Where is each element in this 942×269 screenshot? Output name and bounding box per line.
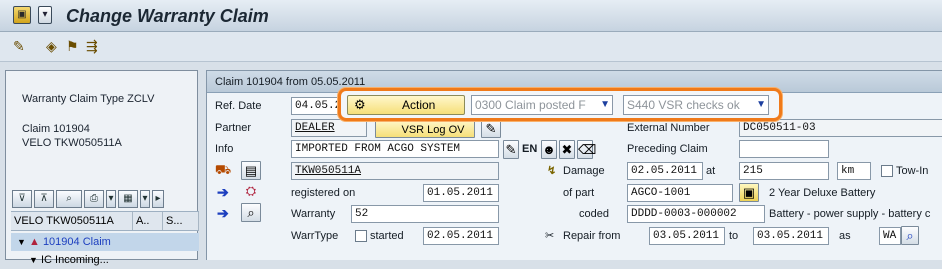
- action-button-label: Action: [402, 98, 436, 112]
- warranty-detail-icon[interactable]: ⌕: [241, 203, 261, 222]
- preceding-claim-field[interactable]: [739, 140, 829, 158]
- claim-object-label: VELO TKW050511A: [22, 137, 122, 149]
- tree-node-incoming[interactable]: ▼ IC Incoming...: [11, 251, 199, 269]
- started-label: started: [370, 230, 404, 242]
- started-field[interactable]: 02.05.2011: [423, 227, 499, 245]
- partner-label: Partner: [215, 122, 252, 134]
- tree-node-label: IC Incoming...: [40, 254, 109, 266]
- external-number-label: External Number: [627, 122, 710, 134]
- partner-field[interactable]: DEALER: [291, 119, 367, 137]
- sap-menu-icon[interactable]: ▣: [13, 6, 31, 24]
- object-id-field[interactable]: TKW050511A: [291, 162, 499, 180]
- info-label: Info: [215, 143, 234, 155]
- unit-field[interactable]: km: [837, 162, 871, 180]
- delete-icon[interactable]: ✖: [559, 140, 575, 159]
- warrtype-label: WarrType: [291, 230, 339, 242]
- part-description: 2 Year Deluxe Battery: [769, 187, 876, 199]
- repair-wrench-icon: ✂: [545, 230, 555, 242]
- mileage-field[interactable]: 215: [739, 162, 829, 180]
- edit-note-icon[interactable]: ✎: [481, 119, 501, 138]
- vehicle-icon[interactable]: ⛟: [213, 161, 233, 180]
- transfer-icon[interactable]: ⇶: [86, 39, 98, 53]
- registered-on-label: registered on: [291, 187, 356, 199]
- print-icon[interactable]: ⎙: [84, 190, 104, 208]
- registered-on-field[interactable]: 01.05.2011: [423, 184, 499, 202]
- preceding-claim-label: Preceding Claim: [627, 143, 708, 155]
- repair-to-field[interactable]: 03.05.2011: [753, 227, 829, 245]
- claim-node-icon: ▲: [28, 236, 40, 248]
- warranty-field[interactable]: 52: [351, 205, 499, 223]
- display-icon[interactable]: ◈: [46, 39, 57, 53]
- tow-in-label: Tow-In: [896, 165, 929, 177]
- flag-icon[interactable]: ⚑: [66, 39, 79, 53]
- application-toolbar: ✎ ◈ ⚑ ⇶: [0, 32, 942, 62]
- page-title: Change Warranty Claim: [66, 6, 269, 26]
- coded-field[interactable]: DDDD-0003-000002: [627, 205, 765, 223]
- action-button[interactable]: ⚙ Action: [347, 95, 465, 115]
- external-number-field[interactable]: DC050511-03: [739, 119, 942, 137]
- check-dropdown-value: S440 VSR checks ok: [627, 98, 740, 112]
- language-label: EN: [522, 143, 538, 155]
- ref-date-label: Ref. Date: [215, 100, 262, 112]
- object-navigator-panel: Warranty Claim Type ZCLV Claim 101904 VE…: [5, 70, 199, 266]
- to-label: to: [729, 230, 739, 242]
- as-field[interactable]: WA: [879, 227, 901, 245]
- part-detail-icon[interactable]: ▣: [739, 183, 759, 202]
- tree-expand-icon[interactable]: ▼: [11, 237, 26, 247]
- edit-pen-icon[interactable]: ✎: [13, 39, 25, 53]
- tree-expand-icon[interactable]: ▼: [11, 255, 38, 265]
- chevron-down-icon[interactable]: ▼: [756, 96, 766, 114]
- status-dropdown[interactable]: 0300 Claim posted F ▼: [471, 95, 613, 115]
- layout-menu-icon[interactable]: ▾: [140, 190, 150, 208]
- arrow-right-icon[interactable]: ➔: [217, 184, 229, 200]
- coded-label: coded: [579, 208, 609, 220]
- repair-from-label: Repair from: [563, 230, 621, 242]
- column-object[interactable]: VELO TKW050511A: [11, 212, 133, 230]
- part-field[interactable]: AGCO-1001: [627, 184, 733, 202]
- vsr-log-button[interactable]: VSR Log OV: [375, 119, 475, 138]
- registration-icon[interactable]: ⛭: [241, 182, 261, 201]
- collapse-icon[interactable]: ⊼: [34, 190, 54, 208]
- eraser-icon[interactable]: ⌫: [577, 140, 596, 159]
- column-s[interactable]: S...: [163, 212, 199, 230]
- partner-icon[interactable]: ☻: [541, 140, 557, 159]
- as-label: as: [839, 230, 851, 242]
- tree-node-label: 101904 Claim: [42, 236, 111, 248]
- arrow-right-icon[interactable]: ➔: [217, 205, 229, 221]
- claim-type-label: Warranty Claim Type ZCLV: [22, 93, 155, 105]
- claim-number-label: Claim 101904: [22, 123, 90, 135]
- title-bar: ▣ ▾ Change Warranty Claim: [0, 0, 942, 32]
- expand-icon[interactable]: ⊽: [12, 190, 32, 208]
- menu-dropdown-icon[interactable]: ▾: [38, 6, 52, 24]
- tree-node-claim[interactable]: ▼ ▲ 101904 Claim: [11, 233, 199, 251]
- damage-label: Damage: [563, 165, 605, 177]
- status-dropdown-value: 0300 Claim posted F: [475, 98, 586, 112]
- info-field[interactable]: IMPORTED FROM ACGO SYSTEM: [291, 140, 499, 158]
- check-dropdown[interactable]: S440 VSR checks ok ▼: [623, 95, 769, 115]
- chevron-down-icon[interactable]: ▼: [600, 96, 610, 114]
- scroll-right-icon[interactable]: ▸: [152, 190, 164, 208]
- gear-icon: ⚙: [354, 97, 366, 112]
- search-help-icon[interactable]: ⌕: [901, 226, 919, 245]
- at-label: at: [706, 165, 716, 177]
- repair-from-field[interactable]: 03.05.2011: [649, 227, 725, 245]
- column-a[interactable]: A..: [133, 212, 163, 230]
- tree-toolbar: ⊽ ⊼ ⌕ ⎙ ▾ ▦ ▾ ▸: [11, 189, 199, 211]
- warranty-label: Warranty: [291, 208, 336, 220]
- of-part-label: of part: [563, 187, 595, 199]
- layout-icon[interactable]: ▦: [118, 190, 138, 208]
- damage-icon: ↯: [547, 165, 557, 177]
- object-detail-icon[interactable]: ▤: [241, 161, 261, 180]
- edit-text-icon[interactable]: ✎: [503, 140, 519, 159]
- find-icon[interactable]: ⌕: [56, 190, 82, 208]
- coded-description: Battery - power supply - battery c: [769, 208, 931, 220]
- tree-column-header: VELO TKW050511A A.. S...: [11, 211, 199, 231]
- print-menu-icon[interactable]: ▾: [106, 190, 116, 208]
- tow-in-checkbox[interactable]: [881, 165, 893, 177]
- action-popup: ⚙ Action 0300 Claim posted F ▼ S440 VSR …: [338, 88, 782, 121]
- damage-date-field[interactable]: 02.05.2011: [627, 162, 703, 180]
- warrtype-checkbox[interactable]: [355, 230, 367, 242]
